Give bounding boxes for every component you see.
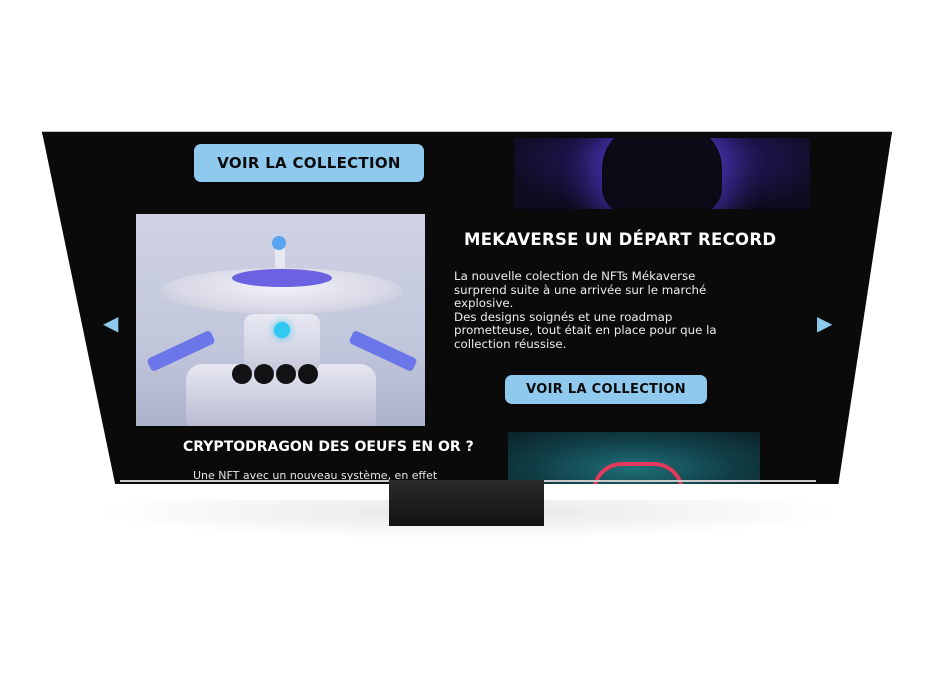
robot-beads: [232, 364, 332, 392]
left-arrow-icon[interactable]: ◀: [103, 313, 118, 333]
description-line: surprend suite à une arrivée sur le marc…: [454, 282, 707, 297]
featured-title: MEKAVERSE UN DÉPART RECORD: [464, 230, 777, 249]
tv-stand: [389, 480, 544, 526]
cryptodragon-thumbnail-image: [508, 432, 760, 484]
description-line: Des designs soignés et une roadmap: [454, 309, 673, 324]
next-item-title: CRYPTODRAGON DES OEUFS EN OR ?: [183, 439, 474, 455]
bead: [254, 364, 274, 384]
right-arrow-icon[interactable]: ▶: [817, 313, 832, 333]
carousel-screen: VOIR LA COLLECTION MEKAVERSE UN DÉPART R…: [42, 132, 892, 484]
top-collection-button[interactable]: VOIR LA COLLECTION: [194, 144, 424, 182]
description-line: prometteuse, tout était en place pour qu…: [454, 323, 717, 337]
tv-screen: VOIR LA COLLECTION MEKAVERSE UN DÉPART R…: [42, 132, 892, 484]
top-thumbnail-image: [514, 138, 810, 209]
featured-description: La nouvelle colection de NFTs Mékaverse …: [454, 269, 774, 351]
description-line: collection réussise.: [454, 336, 567, 351]
robot-antenna-ball: [272, 236, 286, 250]
robot-hat-ring: [232, 269, 332, 287]
hooded-figure-shape: [602, 138, 722, 209]
bead: [276, 364, 296, 384]
description-line: explosive.: [454, 296, 514, 310]
bead: [232, 364, 252, 384]
featured-collection-button[interactable]: VOIR LA COLLECTION: [505, 375, 707, 404]
mekaverse-robot-image: [136, 214, 425, 426]
bead: [298, 364, 318, 384]
description-line: La nouvelle colection de NFTs Mékaverse: [454, 269, 696, 283]
robot-eye: [274, 322, 290, 338]
